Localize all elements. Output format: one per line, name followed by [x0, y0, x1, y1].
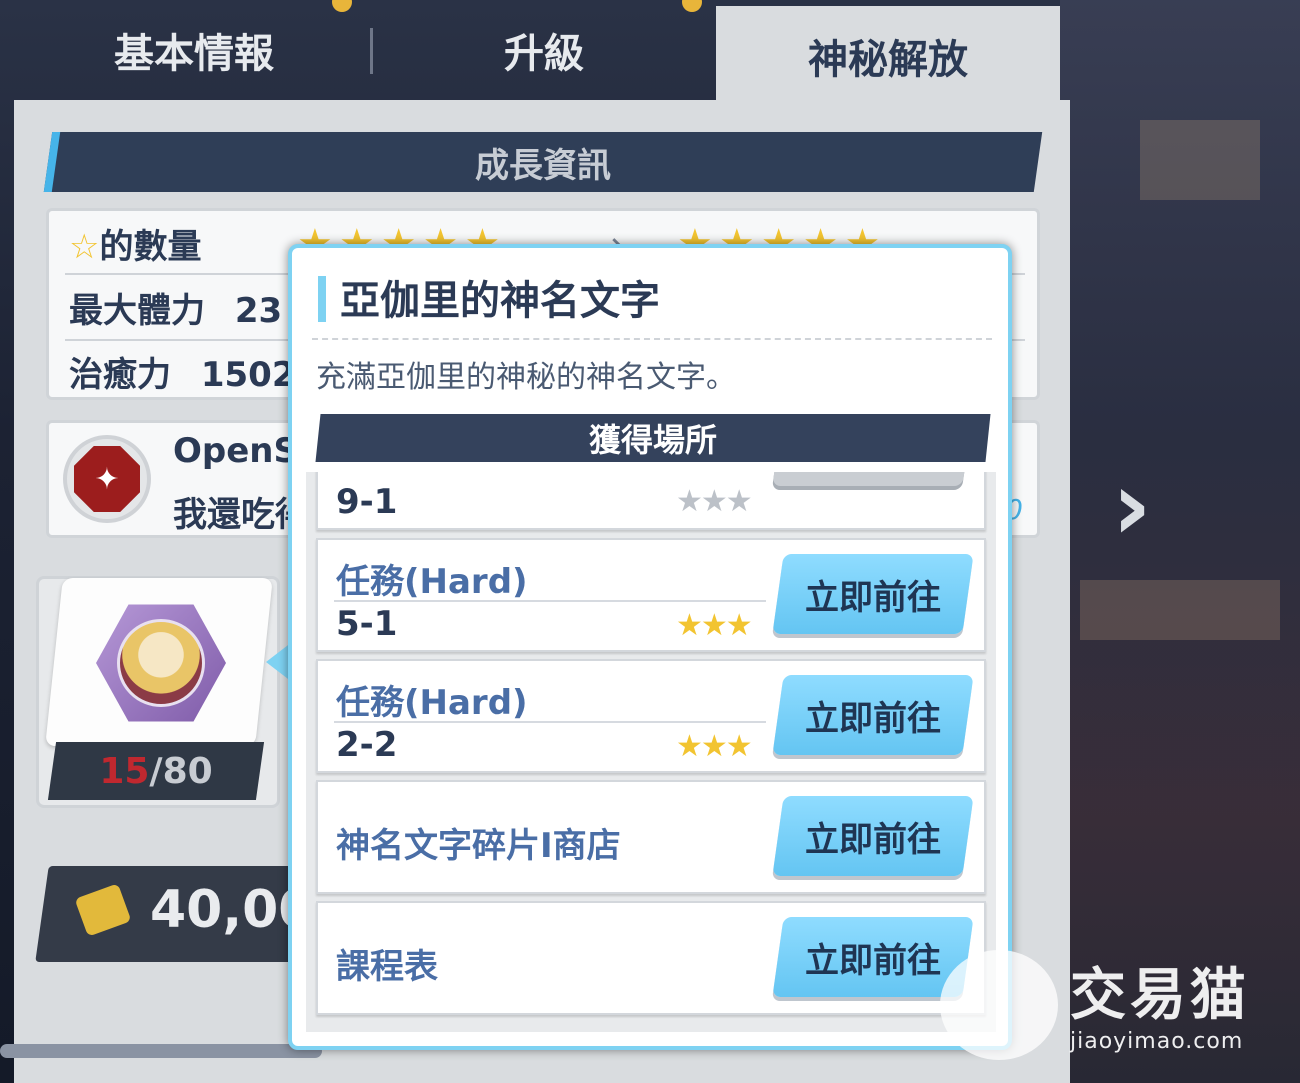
- divider: [334, 600, 766, 602]
- background-window: [1140, 120, 1260, 200]
- source-stage: 2-2: [336, 725, 398, 765]
- source-row: 鎖定 9-1 ★★★: [316, 472, 986, 530]
- tab-basic-info[interactable]: 基本情報: [14, 0, 374, 100]
- pistol-icon: ✦: [74, 446, 140, 512]
- source-row: 神名文字碎片I商店 立即前往: [316, 780, 986, 894]
- locked-button: [772, 472, 974, 486]
- title-accent: [318, 276, 326, 322]
- hp-row: 最大體力 23: [69, 283, 282, 332]
- tab-divider: [370, 28, 373, 74]
- star-count-label: 的數量: [99, 227, 202, 267]
- go-now-button[interactable]: 立即前往: [778, 675, 968, 755]
- skill-icon: ✦: [63, 435, 151, 523]
- source-row: 課程表 立即前往: [316, 901, 986, 1015]
- divider: [312, 338, 992, 340]
- source-stars: ★★★: [676, 608, 753, 643]
- sources-header: 獲得場所: [588, 421, 717, 459]
- hp-value: 23: [234, 291, 283, 331]
- source-category: 任務(Hard): [336, 683, 528, 723]
- item-count: 15/80: [52, 742, 260, 800]
- tab-bar: 基本情報 升級 神秘解放: [14, 0, 1070, 106]
- hp-label: 最大體力: [69, 291, 205, 331]
- heal-label: 治癒力: [69, 355, 171, 395]
- watermark-sub: jiaoyimao.com: [1070, 1029, 1244, 1054]
- next-arrow-icon[interactable]: ›: [1112, 450, 1152, 562]
- source-stage: 9-1: [336, 482, 398, 522]
- divider: [334, 721, 766, 723]
- go-now-button[interactable]: 立即前往: [778, 554, 968, 634]
- source-stars: ★★★: [676, 484, 753, 519]
- item-source-modal: 亞伽里的神名文字 充滿亞伽里的神秘的神名文字。 獲得場所 鎖定 9-1 ★★★ …: [288, 244, 1012, 1050]
- source-category: 任務(Hard): [336, 562, 528, 602]
- heal-row: 治癒力 1502: [69, 347, 295, 396]
- source-category: 神名文字碎片I商店: [336, 826, 621, 866]
- go-now-button[interactable]: 立即前往: [778, 796, 968, 876]
- modal-description: 充滿亞伽里的神秘的神名文字。: [316, 360, 736, 395]
- item-count-total: /80: [149, 750, 213, 792]
- star-icon: ☆: [69, 227, 100, 267]
- item-count-current: 15: [99, 750, 150, 792]
- source-category: 課程表: [336, 947, 438, 987]
- source-stars: ★★★: [676, 729, 753, 764]
- scroll-indicator: [0, 1044, 322, 1058]
- star-count-row: ☆的數量: [69, 219, 201, 268]
- source-row: 任務(Hard) 5-1 ★★★ 立即前往: [316, 538, 986, 652]
- source-stage: 5-1: [336, 604, 398, 644]
- watermark-logo-icon: [940, 950, 1058, 1060]
- growth-title: 成長資訊: [475, 145, 611, 186]
- background-window: [1080, 580, 1280, 640]
- tab-upgrade[interactable]: 升級: [374, 0, 714, 100]
- go-now-button[interactable]: 立即前往: [778, 917, 968, 997]
- source-row: 任務(Hard) 2-2 ★★★ 立即前往: [316, 659, 986, 773]
- watermark: 交易猫 jiaoyimao.com: [1070, 950, 1250, 1054]
- heal-value: 1502: [200, 355, 296, 395]
- modal-title: 亞伽里的神名文字: [340, 278, 660, 324]
- watermark-main: 交易猫: [1070, 963, 1250, 1028]
- sources-list[interactable]: 鎖定 9-1 ★★★ 任務(Hard) 5-1 ★★★ 立即前往 任務(Hard…: [306, 472, 996, 1032]
- character-portrait: [117, 619, 205, 707]
- tab-mystic-release[interactable]: 神秘解放: [716, 6, 1060, 106]
